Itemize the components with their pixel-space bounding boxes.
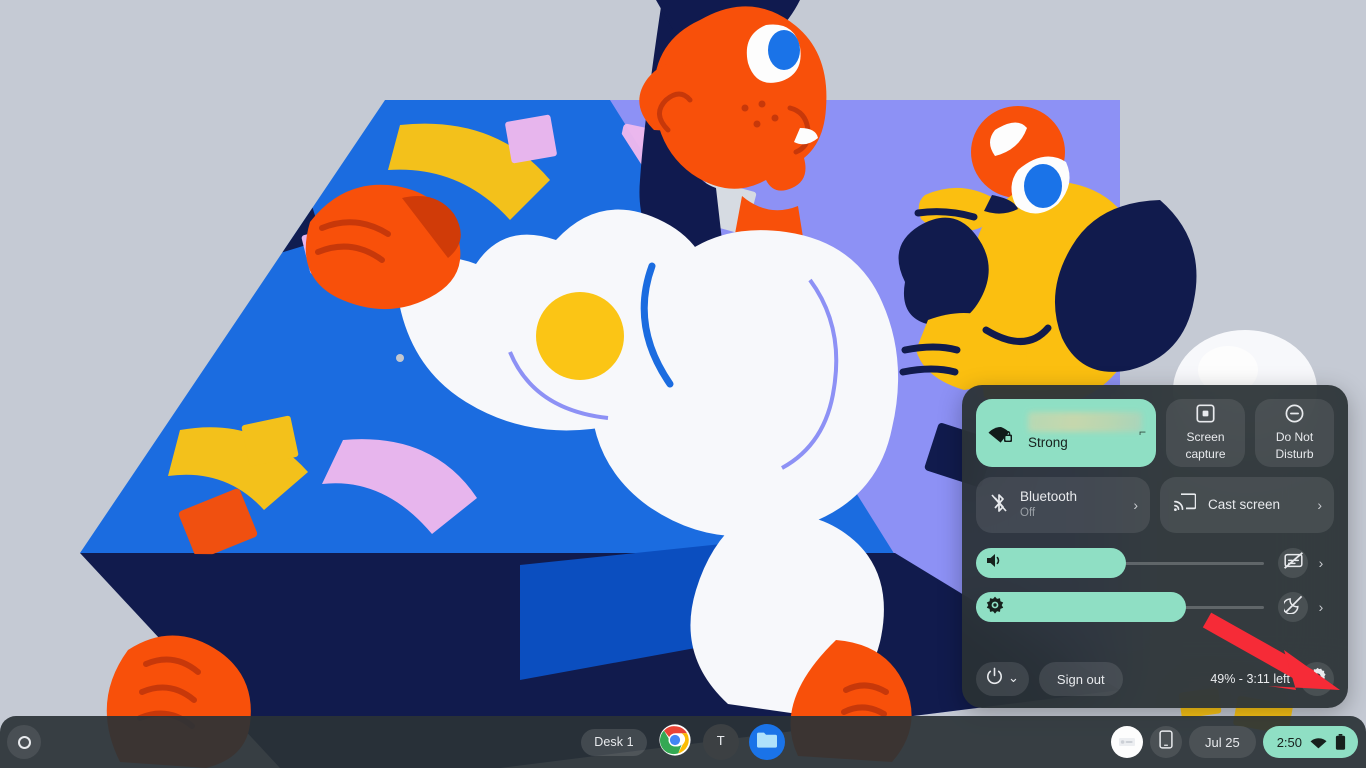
network-tile[interactable]: Strong ⌐	[976, 399, 1156, 467]
brightness-icon	[986, 596, 1004, 619]
dnd-label-2: Disturb	[1275, 447, 1314, 462]
screen-capture-icon	[1196, 404, 1215, 427]
volume-settings-chevron-icon[interactable]: ›	[1308, 555, 1334, 571]
desk-chip[interactable]: Desk 1	[581, 728, 647, 756]
do-not-disturb-tile[interactable]: Do Not Disturb	[1255, 399, 1334, 467]
quick-settings-footer: ⌄ Sign out 49% - 3:11 left	[976, 662, 1334, 696]
night-light-off-icon	[1281, 595, 1303, 619]
sign-out-button[interactable]: Sign out	[1038, 662, 1123, 696]
avatar[interactable]	[1110, 726, 1143, 758]
wifi-locked-icon	[988, 422, 1014, 444]
cast-chevron-right-icon[interactable]: ›	[1317, 497, 1322, 513]
feature-tiles-row-2: Bluetooth Off › Cast screen ›	[976, 477, 1334, 533]
network-ssid-redacted	[1028, 412, 1142, 432]
bluetooth-disabled-icon	[990, 492, 1008, 519]
battery-status-label: 49% - 3:11 left	[1210, 672, 1290, 686]
phone-icon	[1159, 730, 1173, 754]
system-tray-button[interactable]: 2:50	[1262, 726, 1358, 758]
bluetooth-subtitle: Off	[1020, 507, 1036, 520]
phone-hub-button[interactable]	[1149, 726, 1182, 758]
shelf-app-terminal[interactable]: T	[702, 724, 739, 760]
status-area: Jul 25 2:50	[1110, 726, 1358, 758]
bluetooth-text: Bluetooth Off	[1020, 489, 1121, 520]
live-caption-off-button[interactable]	[1278, 548, 1308, 578]
settings-gear-button[interactable]	[1300, 662, 1334, 696]
cast-title: Cast screen	[1208, 496, 1281, 512]
wifi-icon	[1310, 736, 1327, 749]
shelf: Desk 1 T Jul 25 2:50	[0, 716, 1366, 768]
do-not-disturb-icon	[1285, 404, 1304, 427]
screen-capture-tile[interactable]: Screen capture	[1166, 399, 1245, 467]
volume-slider-row: ›	[976, 543, 1334, 583]
volume-slider-fill	[976, 548, 1126, 578]
date-chip[interactable]: Jul 25	[1188, 726, 1256, 758]
terminal-icon: T	[716, 734, 725, 750]
cast-icon	[1174, 493, 1197, 517]
volume-up-icon	[986, 553, 1003, 573]
night-light-off-button[interactable]	[1278, 592, 1308, 622]
brightness-settings-chevron-icon[interactable]: ›	[1308, 599, 1334, 615]
live-caption-off-icon	[1283, 552, 1303, 574]
power-chevron-down-icon: ⌄	[1008, 669, 1019, 685]
bluetooth-title: Bluetooth	[1020, 489, 1078, 505]
brightness-slider[interactable]	[976, 592, 1264, 622]
screen-capture-label-2: capture	[1185, 447, 1226, 462]
cast-text: Cast screen	[1208, 497, 1305, 514]
network-signal-strength: Strong	[1028, 435, 1068, 450]
bluetooth-tile[interactable]: Bluetooth Off ›	[976, 477, 1150, 533]
shelf-app-files[interactable]	[748, 724, 785, 760]
dnd-label-1: Do Not	[1275, 429, 1314, 444]
screen-capture-label-1: Screen	[1186, 429, 1225, 444]
gear-icon	[1308, 667, 1327, 691]
brightness-slider-row: ›	[976, 587, 1334, 627]
quick-settings-panel: Strong ⌐ Screen capture Do Not Disturb B…	[962, 385, 1348, 708]
network-detail-arrow-icon: ⌐	[1138, 425, 1146, 439]
shelf-app-chrome[interactable]	[657, 723, 693, 761]
battery-icon	[1335, 734, 1346, 750]
feature-tiles-row-1: Strong ⌐ Screen capture Do Not Disturb	[976, 399, 1334, 467]
power-menu-button[interactable]: ⌄	[976, 662, 1029, 696]
power-icon	[985, 667, 1004, 691]
files-folder-icon	[756, 731, 778, 754]
chromeos-desktop: Strong ⌐ Screen capture Do Not Disturb B…	[0, 0, 1366, 768]
clock-label: 2:50	[1276, 734, 1302, 750]
brightness-slider-fill	[976, 592, 1187, 622]
bluetooth-chevron-right-icon[interactable]: ›	[1133, 497, 1138, 513]
volume-slider[interactable]	[976, 548, 1264, 578]
circle-launcher-icon	[17, 735, 31, 749]
launcher-button[interactable]	[7, 725, 41, 759]
cast-screen-tile[interactable]: Cast screen ›	[1160, 477, 1334, 533]
chrome-icon	[659, 723, 691, 761]
